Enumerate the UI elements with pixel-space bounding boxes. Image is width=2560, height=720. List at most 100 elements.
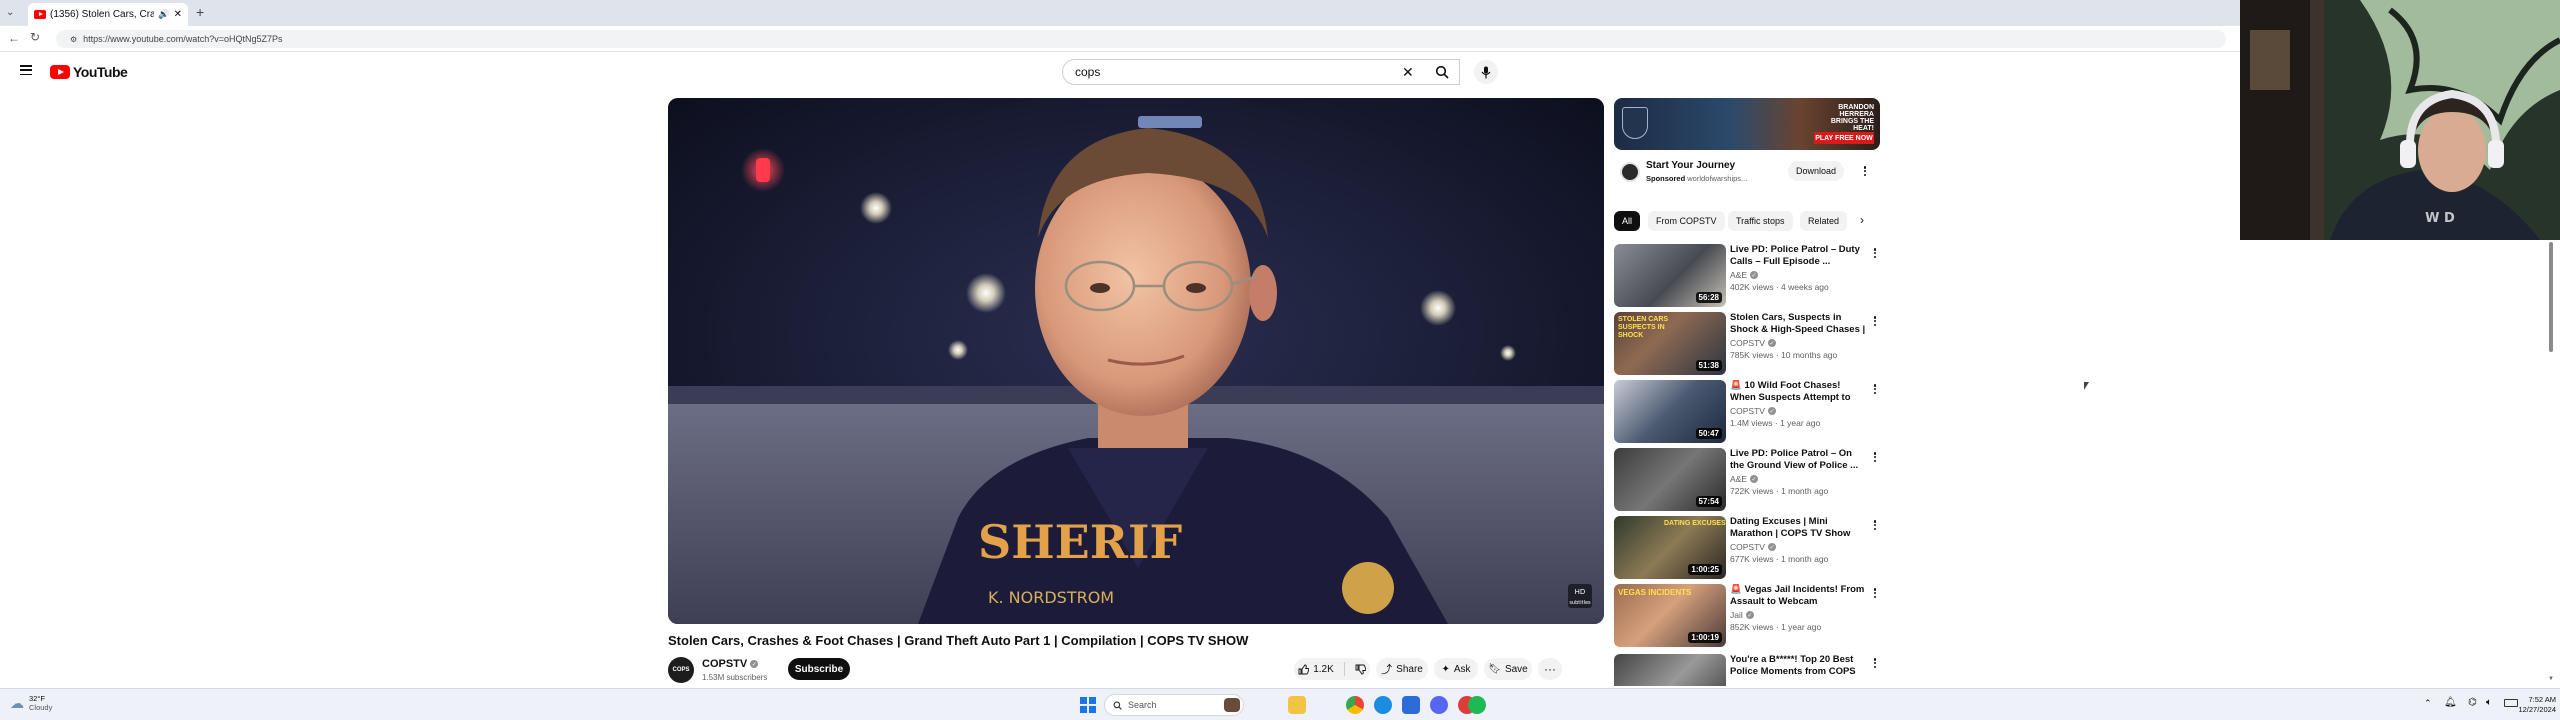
channel-name[interactable]: A&E ✓: [1730, 474, 1759, 484]
subscribe-button[interactable]: Subscribe: [788, 658, 850, 680]
search-input[interactable]: cops: [1062, 59, 1460, 85]
video-thumbnail[interactable]: STOLEN CARS SUSPECTS IN SHOCK 51:38: [1614, 312, 1726, 375]
video-title[interactable]: Live PD: Police Patrol – On the Ground V…: [1730, 448, 1866, 472]
chip-from-copstv[interactable]: From COPSTV: [1648, 211, 1725, 231]
address-bar-row: ← ↻ ⚙ https://www.youtube.com/watch?v=oH…: [0, 26, 2240, 52]
ad-title[interactable]: Start Your Journey: [1646, 160, 1735, 171]
weather-temp: 32°F: [29, 694, 45, 703]
spotify-icon[interactable]: [1468, 696, 1486, 714]
more-icon[interactable]: [1870, 382, 1880, 396]
new-tab-button[interactable]: +: [196, 4, 204, 20]
tray-icon[interactable]: 🔔︎: [2444, 697, 2457, 708]
list-item[interactable]: You're a B*****! Top 20 Best Police Mome…: [1614, 654, 1880, 686]
back-icon[interactable]: ←: [8, 31, 20, 45]
video-title[interactable]: You're a B*****! Top 20 Best Police Mome…: [1730, 654, 1866, 678]
ad-banner[interactable]: BRANDON HERRERA BRINGS THE HEAT! PLAY FR…: [1614, 98, 1880, 150]
video-thumbnail[interactable]: 50:47: [1614, 380, 1726, 443]
thumbnail-text: VEGAS INCIDENTS: [1618, 588, 1692, 597]
save-button[interactable]: 🔖︎ Save: [1484, 658, 1532, 680]
video-thumbnail[interactable]: [1614, 654, 1726, 686]
like-count: 1.2K: [1313, 663, 1334, 675]
channel-avatar[interactable]: COPS: [668, 657, 694, 683]
ad-banner-line1: BRANDON HERRERA: [1838, 104, 1874, 118]
player-quality-badge[interactable]: HD: [1575, 588, 1586, 596]
share-button[interactable]: ⤴ Share: [1376, 658, 1428, 680]
url-field[interactable]: ⚙ https://www.youtube.com/watch?v=oHQtNg…: [56, 30, 2226, 48]
task-view-icon[interactable]: [1224, 698, 1240, 712]
shield-logo-icon: [1622, 107, 1648, 139]
more-icon[interactable]: [1870, 314, 1880, 328]
list-item[interactable]: DATING EXCUSES 1:00:25 Dating Excuses | …: [1614, 516, 1880, 580]
voice-search-button[interactable]: [1474, 60, 1498, 84]
ad-download-button[interactable]: Download: [1788, 161, 1844, 181]
video-thumbnail[interactable]: VEGAS INCIDENTS 1:00:19: [1614, 584, 1726, 647]
thumbnail-text: STOLEN CARS SUSPECTS IN SHOCK: [1618, 316, 1669, 339]
start-button[interactable]: [1080, 697, 1096, 713]
chip-traffic-stops[interactable]: Traffic stops: [1728, 211, 1793, 231]
list-item[interactable]: STOLEN CARS SUSPECTS IN SHOCK 51:38 Stol…: [1614, 312, 1880, 376]
video-title[interactable]: Dating Excuses | Mini Marathon | COPS TV…: [1730, 516, 1866, 540]
more-icon[interactable]: [1870, 450, 1880, 464]
more-actions-button[interactable]: ···: [1538, 658, 1562, 680]
list-item[interactable]: VEGAS INCIDENTS 1:00:19 🚨 Vegas Jail Inc…: [1614, 584, 1880, 648]
search-button[interactable]: [1424, 59, 1460, 85]
ask-button[interactable]: ✦ Ask: [1434, 658, 1478, 680]
chips-next-icon[interactable]: ›: [1860, 213, 1864, 227]
channel-name[interactable]: COPSTV ✓: [702, 658, 759, 670]
scrollbar-thumb[interactable]: [2549, 242, 2553, 352]
network-icon[interactable]: ⌬: [2468, 697, 2477, 708]
channel-name[interactable]: Jail ✓: [1730, 610, 1754, 620]
weather-widget[interactable]: ☁ 32°F Cloudy: [10, 694, 52, 712]
scrollbar-down-icon[interactable]: ▼: [2548, 676, 2554, 682]
more-icon[interactable]: [1870, 656, 1880, 670]
list-item[interactable]: 57:54 Live PD: Police Patrol – On the Gr…: [1614, 448, 1880, 512]
sparkle-icon: ✦: [1441, 663, 1450, 675]
channel-name[interactable]: COPSTV ✓: [1730, 338, 1776, 348]
list-item[interactable]: 50:47 🚨 10 Wild Foot Chases! When Suspec…: [1614, 380, 1880, 444]
taskbar-search[interactable]: Search: [1104, 694, 1244, 716]
tab-list-chevron-icon[interactable]: ⌄: [6, 7, 14, 18]
advertiser-avatar[interactable]: [1620, 162, 1640, 182]
volume-icon[interactable]: 🔈︎: [2486, 697, 2492, 708]
list-item[interactable]: 56:28 Live PD: Police Patrol – Duty Call…: [1614, 244, 1880, 308]
site-info-icon[interactable]: ⚙: [70, 35, 77, 44]
discord-icon[interactable]: [1430, 696, 1448, 714]
chip-related[interactable]: Related: [1800, 211, 1848, 231]
video-thumbnail[interactable]: DATING EXCUSES 1:00:25: [1614, 516, 1726, 579]
tab-close-icon[interactable]: ✕: [174, 9, 182, 20]
thumbs-up-icon: [1298, 664, 1310, 674]
video-thumbnail[interactable]: 57:54: [1614, 448, 1726, 511]
channel-name[interactable]: A&E ✓: [1730, 270, 1759, 280]
channel-name-text: COPSTV: [1730, 406, 1765, 416]
video-title[interactable]: Live PD: Police Patrol – Duty Calls – Fu…: [1730, 244, 1866, 268]
ad-cta-button[interactable]: PLAY FREE NOW: [1814, 132, 1874, 144]
video-title[interactable]: 🚨 10 Wild Foot Chases! When Suspects Att…: [1730, 380, 1866, 404]
edge-icon[interactable]: [1374, 696, 1392, 714]
like-button[interactable]: 1.2K: [1298, 664, 1334, 675]
thumbs-down-icon[interactable]: [1355, 664, 1366, 675]
video-thumbnail[interactable]: 56:28: [1614, 244, 1726, 307]
tray-chevron-icon[interactable]: ⌃: [2424, 698, 2432, 709]
file-explorer-icon[interactable]: [1288, 696, 1306, 714]
chip-all[interactable]: All: [1614, 211, 1641, 231]
more-icon[interactable]: [1870, 246, 1880, 260]
video-duration: 1:00:19: [1688, 632, 1722, 643]
video-title[interactable]: 🚨 Vegas Jail Incidents! From Assault to …: [1730, 584, 1866, 608]
reload-icon[interactable]: ↻: [30, 30, 40, 44]
clock[interactable]: 7:52 AM 12/27/2024: [2516, 695, 2556, 715]
clear-icon[interactable]: ✕: [1402, 64, 1414, 81]
browser-tab[interactable]: (1356) Stolen Cars, Crashes & 🔊 ✕: [28, 3, 188, 26]
menu-icon[interactable]: [20, 65, 32, 75]
store-icon[interactable]: [1402, 696, 1420, 714]
youtube-logo[interactable]: YouTube: [50, 64, 128, 80]
ad-more-icon[interactable]: [1860, 164, 1870, 178]
chrome-icon[interactable]: [1346, 696, 1364, 714]
more-icon[interactable]: [1870, 586, 1880, 600]
more-horizontal-icon: ···: [1544, 662, 1556, 676]
browser-tab-bar: ⌄ (1356) Stolen Cars, Crashes & 🔊 ✕ +: [0, 0, 2240, 26]
channel-name[interactable]: COPSTV ✓: [1730, 542, 1776, 552]
more-icon[interactable]: [1870, 518, 1880, 532]
video-player[interactable]: SHERIF K. NORDSTROM HD subtitles: [668, 98, 1604, 624]
channel-name[interactable]: COPSTV ✓: [1730, 406, 1776, 416]
video-title[interactable]: Stolen Cars, Suspects in Shock & High-Sp…: [1730, 312, 1866, 336]
